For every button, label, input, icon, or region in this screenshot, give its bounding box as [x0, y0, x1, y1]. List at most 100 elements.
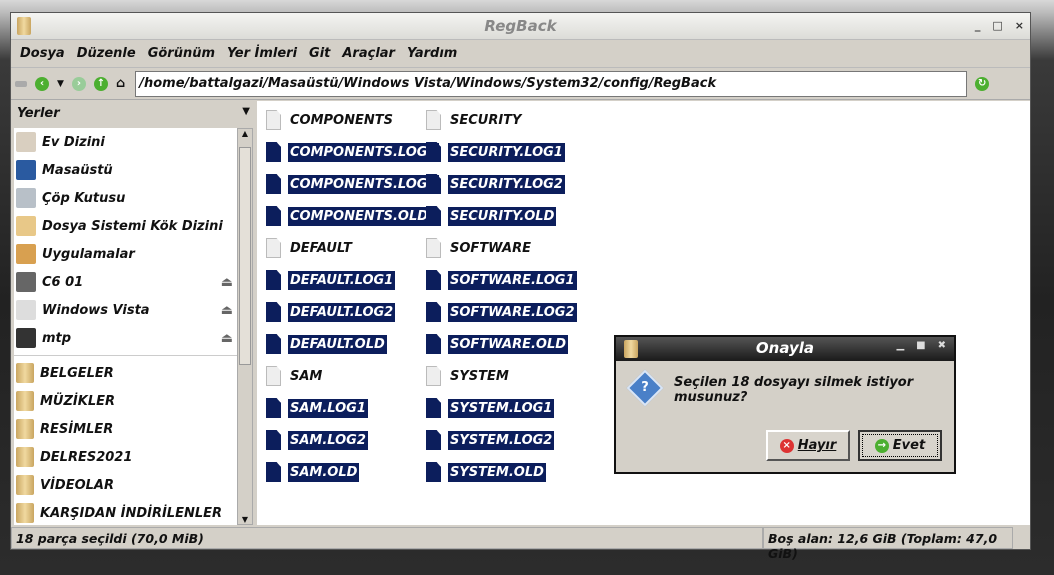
- file-name: SECURITY.LOG2: [448, 174, 565, 194]
- file-item[interactable]: SOFTWARE.OLD: [426, 332, 569, 356]
- sidebar-item-label: C6 01: [42, 274, 84, 290]
- forward-icon[interactable]: ›: [71, 76, 86, 91]
- sidebar-item[interactable]: mtp ⏏: [14, 324, 237, 352]
- file-item[interactable]: DEFAULT.OLD: [266, 332, 387, 356]
- up-icon[interactable]: ↑: [93, 76, 108, 91]
- sidebar-item[interactable]: Ev Dizini: [14, 128, 237, 156]
- location-input[interactable]: /home/battalgazi/Masaüstü/Windows Vista/…: [135, 70, 968, 97]
- file-item[interactable]: DEFAULT.LOG2: [266, 300, 396, 324]
- file-icon: [266, 430, 281, 450]
- file-name: SECURITY.OLD: [448, 206, 557, 226]
- sidebar-scrollbar[interactable]: ▲ ▼: [237, 128, 253, 525]
- bookmark-label: DELRES2021: [40, 449, 133, 465]
- file-item[interactable]: SAM.LOG1: [266, 396, 368, 420]
- yes-button[interactable]: → Evet: [858, 430, 942, 461]
- file-item[interactable]: SAM.LOG2: [266, 428, 368, 452]
- file-name: COMPONENTS.OLD: [288, 206, 431, 226]
- menu-6[interactable]: Yardım: [401, 46, 463, 61]
- minimize-button[interactable]: _: [975, 19, 981, 32]
- toolbar: ‹ ▼ › ↑ ⌂ /home/battalgazi/Masaüstü/Wind…: [11, 68, 1030, 100]
- sidebar-item[interactable]: C6 01 ⏏: [14, 268, 237, 296]
- menu-2[interactable]: Görünüm: [142, 46, 221, 61]
- folder-icon: [16, 391, 34, 411]
- file-item[interactable]: SOFTWARE.LOG1: [426, 268, 577, 292]
- file-item[interactable]: SECURITY.LOG2: [426, 172, 565, 196]
- menu-0[interactable]: Dosya: [14, 46, 71, 61]
- history-dropdown-icon[interactable]: ▼: [57, 79, 64, 89]
- drive-icon: [16, 300, 36, 320]
- sidebar-item-label: Masaüstü: [42, 162, 113, 178]
- sidebar-item[interactable]: Masaüstü: [14, 156, 237, 184]
- dialog-message: Seçilen 18 dosyayı silmek istiyor musunu…: [674, 375, 914, 405]
- ok-arrow-icon: →: [874, 438, 889, 453]
- bookmark-item[interactable]: BELGELER: [14, 359, 237, 387]
- file-name: COMPONENTS.LOG2: [288, 174, 439, 194]
- file-item[interactable]: SYSTEM.LOG1: [426, 396, 555, 420]
- eject-icon[interactable]: ⏏: [221, 303, 233, 318]
- sidebar-item[interactable]: Windows Vista ⏏: [14, 296, 237, 324]
- folder-icon: [16, 503, 34, 523]
- folder-icon: [16, 363, 34, 383]
- file-item[interactable]: DEFAULT.LOG1: [266, 268, 396, 292]
- file-item[interactable]: SOFTWARE.LOG2: [426, 300, 577, 324]
- file-item[interactable]: SOFTWARE: [426, 236, 533, 260]
- maximize-button[interactable]: □: [992, 19, 1002, 32]
- file-icon: [426, 430, 441, 450]
- sidebar-item[interactable]: Dosya Sistemi Kök Dizini: [14, 212, 237, 240]
- bookmark-item[interactable]: VİDEOLAR: [14, 471, 237, 499]
- bookmark-item[interactable]: RESİMLER: [14, 415, 237, 443]
- menu-5[interactable]: Araçlar: [336, 46, 401, 61]
- eject-icon[interactable]: ⏏: [221, 331, 233, 346]
- places-sidebar: Yerler ▼ Ev Dizini Masaüstü Çöp Kutusu Dosya…: [11, 101, 256, 525]
- eject-icon[interactable]: ⏏: [221, 275, 233, 290]
- go-icon[interactable]: ↻: [975, 76, 990, 91]
- file-item[interactable]: SECURITY.OLD: [426, 204, 557, 228]
- bookmark-item[interactable]: DELRES2021: [14, 443, 237, 471]
- file-name: DEFAULT: [290, 240, 352, 256]
- new-tab-icon[interactable]: [15, 80, 27, 87]
- file-icon: [266, 270, 281, 290]
- applications-icon: [16, 244, 36, 264]
- folder-icon: [16, 419, 34, 439]
- file-name: SOFTWARE.LOG1: [448, 270, 577, 290]
- file-item[interactable]: COMPONENTS: [266, 108, 395, 132]
- dialog-close-button[interactable]: ✖: [938, 340, 946, 351]
- file-item[interactable]: COMPONENTS.LOG2: [266, 172, 439, 196]
- file-item[interactable]: SYSTEM: [426, 364, 511, 388]
- file-item[interactable]: SYSTEM.LOG2: [426, 428, 555, 452]
- chevron-down-icon[interactable]: ▼: [242, 106, 250, 122]
- file-name: COMPONENTS.LOG1: [288, 142, 439, 162]
- title-bar[interactable]: RegBack _ □ ×: [11, 13, 1030, 40]
- home-icon[interactable]: ⌂: [116, 76, 125, 91]
- file-item[interactable]: COMPONENTS.OLD: [266, 204, 431, 228]
- file-item[interactable]: DEFAULT: [266, 236, 354, 260]
- media-player-icon: [16, 328, 36, 348]
- file-item[interactable]: COMPONENTS.LOG1: [266, 140, 439, 164]
- bookmark-item[interactable]: MÜZİKLER: [14, 387, 237, 415]
- back-icon[interactable]: ‹: [35, 76, 49, 91]
- bookmark-item[interactable]: KARŞIDAN İNDİRİLENLER: [14, 499, 237, 525]
- menu-4[interactable]: Git: [303, 46, 336, 61]
- file-name: SOFTWARE.LOG2: [448, 302, 577, 322]
- bookmark-label: KARŞIDAN İNDİRİLENLER: [40, 505, 223, 521]
- dialog-title-bar[interactable]: Onayla ▁ ■ ✖: [616, 337, 954, 361]
- file-item[interactable]: SAM.OLD: [266, 460, 360, 484]
- sidebar-item[interactable]: Çöp Kutusu: [14, 184, 237, 212]
- file-item[interactable]: SECURITY: [426, 108, 523, 132]
- no-button[interactable]: × Hayır: [766, 430, 850, 461]
- file-icon: [426, 334, 441, 354]
- close-button[interactable]: ×: [1015, 19, 1024, 32]
- desktop-icon: [16, 160, 36, 180]
- phone-icon: [16, 272, 36, 292]
- dialog-maximize-button[interactable]: ■: [916, 340, 925, 351]
- file-item[interactable]: SYSTEM.OLD: [426, 460, 546, 484]
- menu-3[interactable]: Yer İmleri: [221, 46, 303, 61]
- sidebar-title[interactable]: Yerler: [17, 106, 60, 122]
- file-item[interactable]: SECURITY.LOG1: [426, 140, 565, 164]
- divider: [14, 355, 237, 356]
- dialog-minimize-button[interactable]: ▁: [896, 340, 904, 351]
- sidebar-item[interactable]: Uygulamalar: [14, 240, 237, 268]
- file-item[interactable]: SAM: [266, 364, 324, 388]
- resize-grip[interactable]: [1013, 527, 1030, 549]
- menu-1[interactable]: Düzenle: [71, 46, 142, 61]
